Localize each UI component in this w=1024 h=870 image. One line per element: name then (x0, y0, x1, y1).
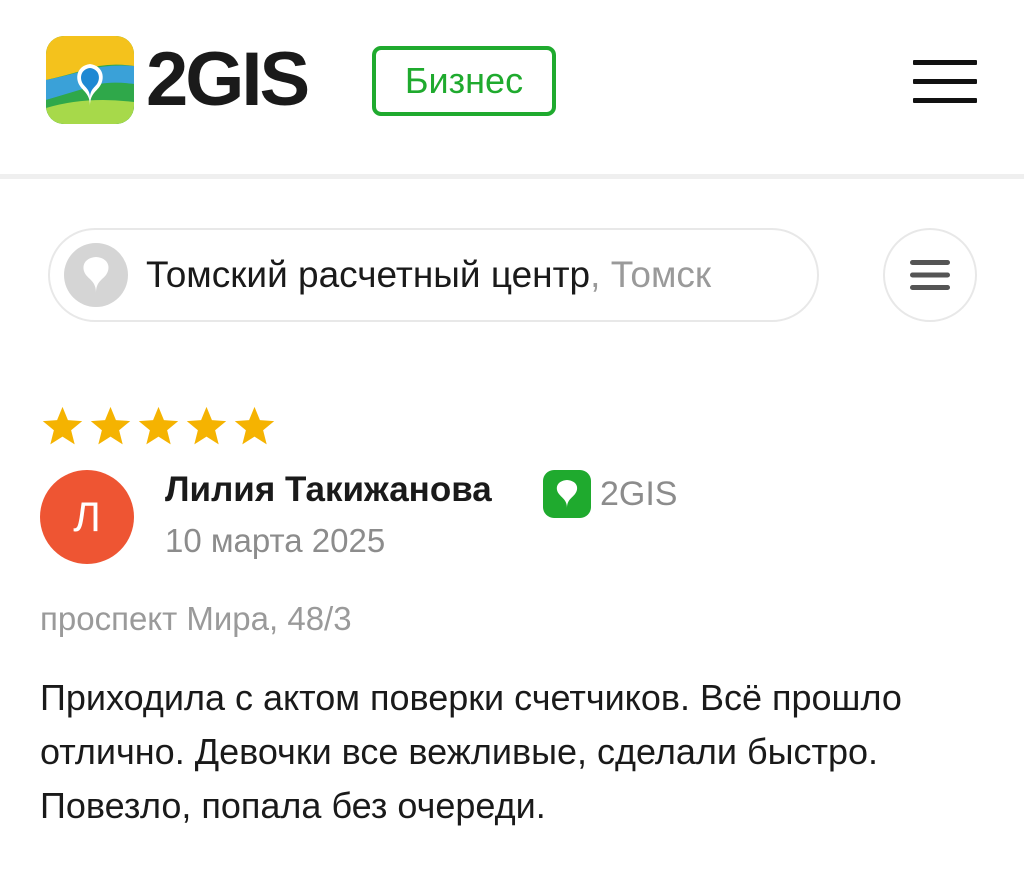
star-rating (40, 404, 277, 449)
star-icon (234, 406, 275, 445)
star-icon (186, 406, 227, 445)
header-divider (0, 174, 1024, 179)
star-icon (90, 406, 131, 445)
2gis-source-icon (543, 470, 591, 518)
author-name[interactable]: Лилия Такижанова (165, 470, 492, 510)
business-badge[interactable]: Бизнес (372, 46, 556, 116)
branch-address: проспект Мира, 48/3 (40, 600, 352, 637)
organization-city: , Томск (590, 254, 712, 295)
brand-name: 2GIS (146, 37, 310, 122)
app-header: 2GIS Бизнес (0, 0, 1024, 179)
filter-lines-icon (910, 260, 950, 290)
star-icon (138, 406, 179, 445)
2gis-logo-icon[interactable] (46, 36, 134, 124)
review-source-label: 2GIS (600, 474, 678, 513)
review-source-badge: 2GIS (543, 470, 677, 518)
hamburger-menu-icon[interactable] (906, 54, 984, 110)
star-icon (42, 406, 83, 445)
review-text: Приходила с актом поверки счетчиков. Всё… (40, 677, 902, 826)
organization-title: Томский расчетный центр, Томск (146, 254, 711, 296)
org-placeholder-icon (64, 243, 128, 307)
avatar[interactable]: Л (40, 470, 134, 564)
organization-selector[interactable]: Томский расчетный центр, Томск (48, 228, 819, 322)
filter-button[interactable] (883, 228, 977, 322)
organization-name: Томский расчетный центр (146, 254, 591, 295)
review-date: 10 марта 2025 (165, 522, 386, 559)
